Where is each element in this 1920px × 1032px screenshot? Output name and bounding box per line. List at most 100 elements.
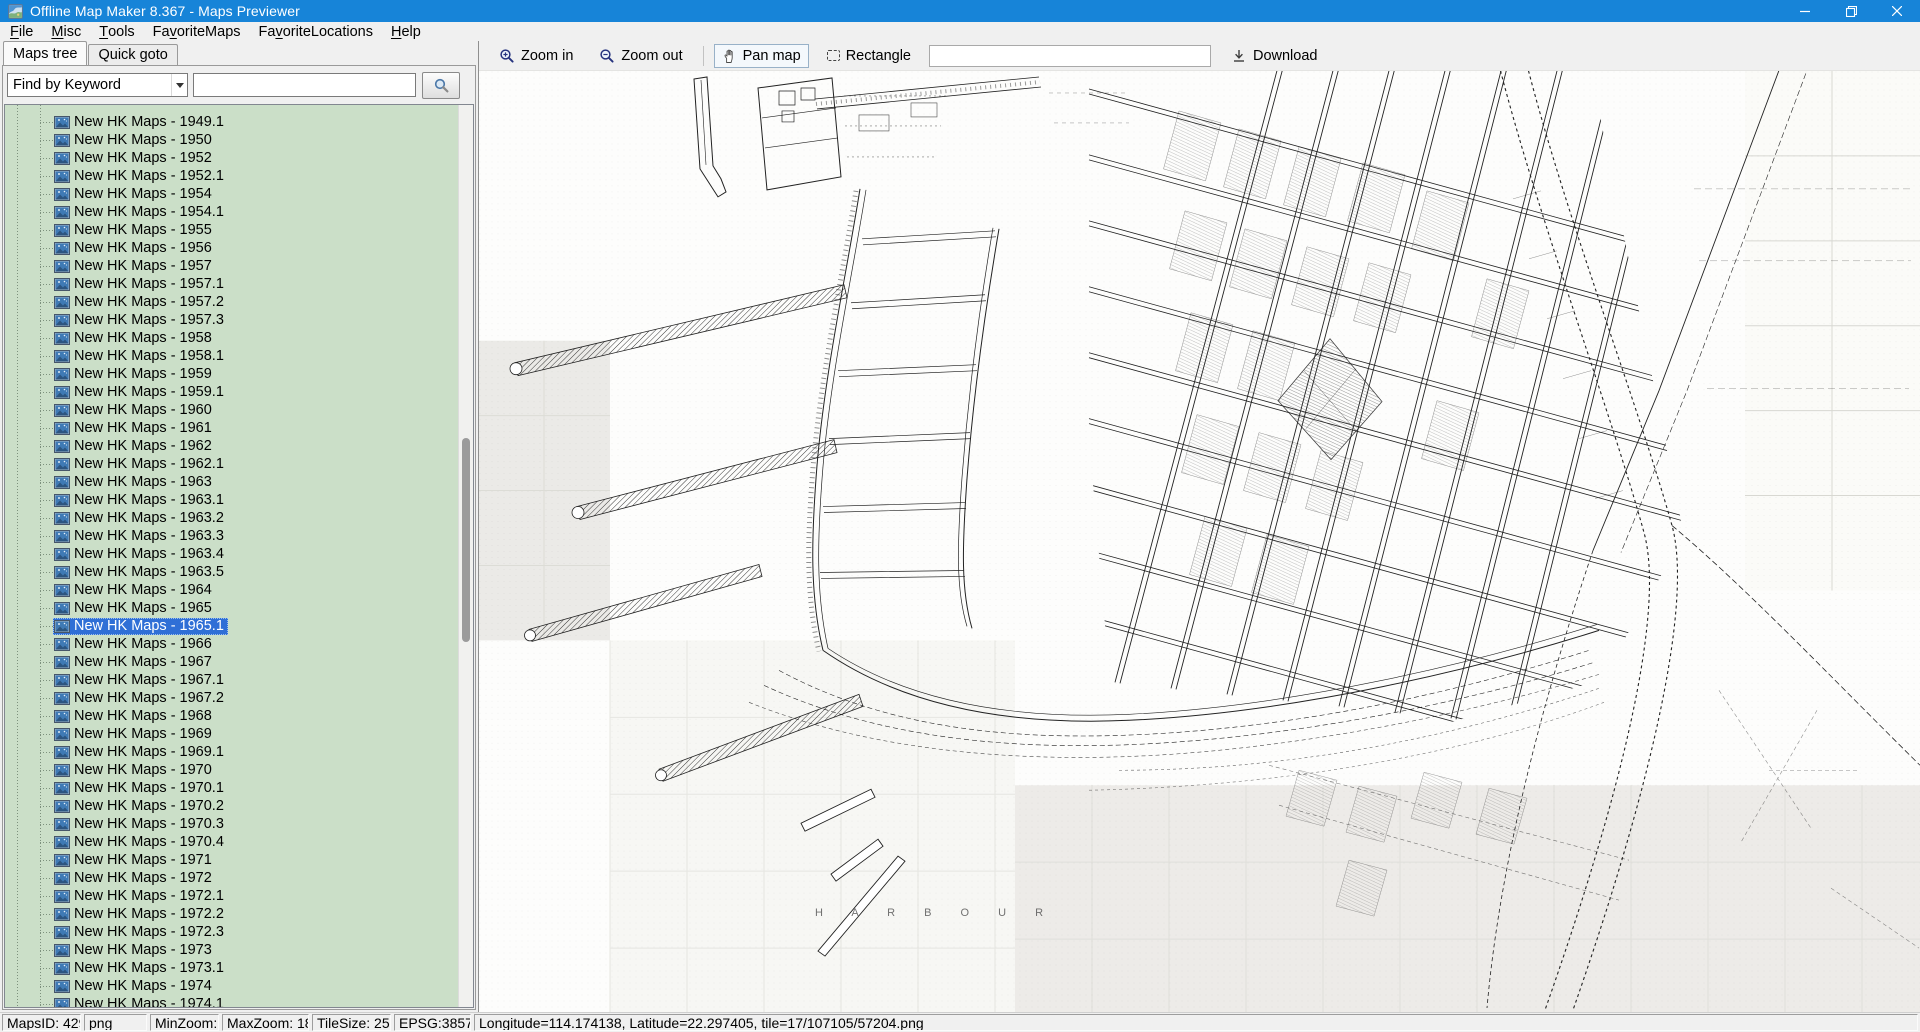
- tree-connector: [40, 482, 53, 483]
- map-thumbnail-icon: [54, 584, 70, 597]
- tree-item[interactable]: New HK Maps - 1974.1: [5, 995, 458, 1008]
- tree-connector: [40, 662, 53, 663]
- tree-connector: [40, 806, 53, 807]
- tree-item[interactable]: New HK Maps - 1959: [5, 365, 458, 383]
- tree-item[interactable]: New HK Maps - 1967.1: [5, 671, 458, 689]
- zoom-out-label: Zoom out: [621, 48, 682, 64]
- tree-connector: [40, 518, 53, 519]
- tree-item[interactable]: New HK Maps - 1952: [5, 149, 458, 167]
- tree-item[interactable]: New HK Maps - 1969.1: [5, 743, 458, 761]
- tree-item-label: New HK Maps - 1963: [74, 474, 212, 490]
- tree-item[interactable]: New HK Maps - 1957.1: [5, 275, 458, 293]
- map-thumbnail-icon: [54, 818, 70, 831]
- tree-item[interactable]: New HK Maps - 1969: [5, 725, 458, 743]
- tree-item[interactable]: New HK Maps - 1968: [5, 707, 458, 725]
- toolbar-address-input[interactable]: [929, 45, 1211, 67]
- menu-help[interactable]: Help: [382, 22, 430, 41]
- tree-item[interactable]: New HK Maps - 1972: [5, 869, 458, 887]
- tree-item[interactable]: New HK Maps - 1958: [5, 329, 458, 347]
- tree-item[interactable]: New HK Maps - 1966: [5, 635, 458, 653]
- tree-item[interactable]: New HK Maps - 1967.2: [5, 689, 458, 707]
- tree-item[interactable]: New HK Maps - 1957.3: [5, 311, 458, 329]
- tree-item[interactable]: New HK Maps - 1963.1: [5, 491, 458, 509]
- map-thumbnail-icon: [54, 782, 70, 795]
- tree-item[interactable]: New HK Maps - 1957: [5, 257, 458, 275]
- tree-item[interactable]: New HK Maps - 1954: [5, 185, 458, 203]
- tree-item[interactable]: New HK Maps - 1956: [5, 239, 458, 257]
- tree-item[interactable]: New HK Maps - 1972.3: [5, 923, 458, 941]
- tree-item[interactable]: New HK Maps - 1961: [5, 419, 458, 437]
- tree-item[interactable]: New HK Maps - 1974: [5, 977, 458, 995]
- maps-tree[interactable]: New HK Maps - 1949.1: [4, 104, 474, 1008]
- tree-item[interactable]: New HK Maps - 1973: [5, 941, 458, 959]
- map-thumbnail-icon: [54, 116, 70, 129]
- zoom-in-button[interactable]: Zoom in: [491, 44, 581, 68]
- tree-item[interactable]: New HK Maps - 1971: [5, 851, 458, 869]
- map-thumbnail-icon: [54, 872, 70, 885]
- tree-item[interactable]: New HK Maps - 1970: [5, 761, 458, 779]
- tree-item[interactable]: New HK Maps - 1950: [5, 131, 458, 149]
- tree-item[interactable]: New HK Maps - 1949.1: [5, 113, 458, 131]
- tree-item[interactable]: New HK Maps - 1955: [5, 221, 458, 239]
- menu-tools[interactable]: Tools: [90, 22, 143, 41]
- tree-item[interactable]: New HK Maps - 1963.4: [5, 545, 458, 563]
- tree-item[interactable]: New HK Maps - 1957.2: [5, 293, 458, 311]
- map-thumbnail-icon: [54, 728, 70, 741]
- tree-item-label: New HK Maps - 1963.4: [74, 546, 224, 562]
- tree-item-label: New HK Maps - 1973.1: [74, 960, 224, 976]
- menu-misc[interactable]: Misc: [42, 22, 90, 41]
- chevron-down-icon[interactable]: [171, 74, 187, 96]
- tree-item[interactable]: New HK Maps - 1965.1: [5, 617, 458, 635]
- download-button[interactable]: Download: [1223, 44, 1326, 68]
- tree-item-label: New HK Maps - 1963.1: [74, 492, 224, 508]
- tree-item[interactable]: New HK Maps - 1965: [5, 599, 458, 617]
- tree-item[interactable]: New HK Maps - 1964: [5, 581, 458, 599]
- tree-item-label: New HK Maps - 1952.1: [74, 168, 224, 184]
- zoom-out-button[interactable]: Zoom out: [591, 44, 690, 68]
- tree-item[interactable]: New HK Maps - 1970.2: [5, 797, 458, 815]
- tree-item[interactable]: New HK Maps - 1973.1: [5, 959, 458, 977]
- status-coordinates: Longitude=114.174138, Latitude=22.297405…: [474, 1014, 1918, 1031]
- tab-quick-goto[interactable]: Quick goto: [88, 44, 177, 65]
- panel-tabs: Maps tree Quick goto: [0, 41, 478, 65]
- tree-item[interactable]: New HK Maps - 1972.2: [5, 905, 458, 923]
- tree-item[interactable]: New HK Maps - 1970.4: [5, 833, 458, 851]
- search-button[interactable]: [422, 72, 460, 99]
- rectangle-button[interactable]: Rectangle: [819, 44, 919, 68]
- tree-connector: [40, 356, 53, 357]
- tree-item-label: New HK Maps - 1959: [74, 366, 212, 382]
- tree-connector: [40, 842, 53, 843]
- tree-item[interactable]: New HK Maps - 1952.1: [5, 167, 458, 185]
- tree-item[interactable]: New HK Maps - 1970.3: [5, 815, 458, 833]
- menu-favoritelocations[interactable]: FavoriteLocations: [250, 22, 382, 41]
- tree-item[interactable]: New HK Maps - 1962: [5, 437, 458, 455]
- map-preview[interactable]: H A R B O U R: [479, 70, 1920, 1012]
- tree-item[interactable]: New HK Maps - 1970.1: [5, 779, 458, 797]
- minimize-button[interactable]: [1782, 0, 1828, 22]
- tree-item[interactable]: New HK Maps - 1962.1: [5, 455, 458, 473]
- tree-item[interactable]: New HK Maps - 1967: [5, 653, 458, 671]
- tab-maps-tree[interactable]: Maps tree: [3, 41, 87, 65]
- tree-item[interactable]: New HK Maps - 1963.2: [5, 509, 458, 527]
- map-thumbnail-icon: [54, 566, 70, 579]
- tree-item[interactable]: New HK Maps - 1959.1: [5, 383, 458, 401]
- search-mode-select[interactable]: Find by Keyword: [7, 73, 188, 97]
- menu-favoritemaps[interactable]: FavoriteMaps: [144, 22, 250, 41]
- map-thumbnail-icon: [54, 440, 70, 453]
- map-thumbnail-icon: [54, 332, 70, 345]
- tree-scrollbar-thumb[interactable]: [462, 438, 470, 642]
- pan-map-button[interactable]: Pan map: [714, 44, 809, 68]
- tree-item[interactable]: New HK Maps - 1963: [5, 473, 458, 491]
- tree-scrollbar[interactable]: [458, 105, 473, 1007]
- map-thumbnail-icon: [54, 188, 70, 201]
- tree-item[interactable]: New HK Maps - 1954.1: [5, 203, 458, 221]
- tree-item[interactable]: New HK Maps - 1972.1: [5, 887, 458, 905]
- tree-item[interactable]: New HK Maps - 1963.3: [5, 527, 458, 545]
- restore-button[interactable]: [1828, 0, 1874, 22]
- close-button[interactable]: [1874, 0, 1920, 22]
- tree-item[interactable]: New HK Maps - 1963.5: [5, 563, 458, 581]
- keyword-input[interactable]: [193, 73, 416, 97]
- menu-file[interactable]: File: [1, 22, 42, 41]
- tree-item[interactable]: New HK Maps - 1958.1: [5, 347, 458, 365]
- tree-item[interactable]: New HK Maps - 1960: [5, 401, 458, 419]
